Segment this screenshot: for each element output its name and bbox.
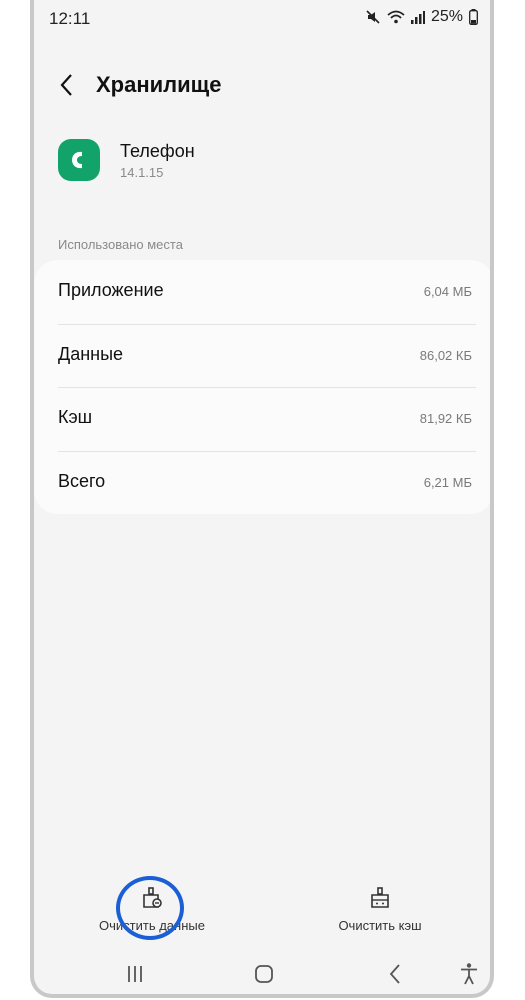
signal-icon	[410, 11, 425, 24]
accessibility-icon	[461, 963, 477, 985]
back-button[interactable]	[56, 70, 80, 100]
storage-row-label: Данные	[58, 344, 124, 364]
back-arrow-icon	[389, 964, 400, 984]
clear-data-icon	[143, 887, 162, 908]
storage-row-label: Приложение	[58, 280, 164, 300]
mute-icon	[366, 10, 380, 24]
storage-row-label: Кэш	[58, 407, 93, 427]
bottom-actions: Очистить данные Очистить кэш	[34, 878, 490, 948]
storage-row-data: Данные 86,02 КБ	[34, 324, 490, 387]
chevron-left-icon	[60, 74, 72, 96]
recent-apps-icon	[128, 966, 142, 982]
phone-screen: 12:11 25% Хранилище Телефон 14.1.15 Испо…	[30, 0, 494, 998]
phone-handset-icon	[72, 151, 82, 169]
home-button[interactable]	[249, 962, 279, 986]
battery-percent: 25%	[430, 8, 463, 25]
storage-row-cache: Кэш 81,92 КБ	[34, 387, 490, 450]
clear-data-label: Очистить данные	[99, 918, 205, 933]
home-icon	[255, 965, 273, 983]
storage-row-value: 6,04 МБ	[423, 284, 472, 299]
phone-app-icon	[58, 139, 100, 181]
storage-row-value: 81,92 КБ	[419, 411, 472, 426]
storage-card: Приложение 6,04 МБ Данные 86,02 КБ Кэш 8…	[34, 260, 490, 514]
page-title: Хранилище	[96, 72, 222, 97]
status-icons: 25%	[365, 8, 478, 26]
navigation-bar	[34, 950, 490, 994]
app-version: 14.1.15	[120, 165, 164, 180]
wifi-icon	[387, 10, 405, 24]
storage-row-label: Всего	[58, 471, 106, 491]
clear-cache-button[interactable]: Очистить кэш	[280, 878, 480, 938]
app-name: Телефон	[120, 141, 195, 161]
storage-row-total: Всего 6,21 МБ	[34, 451, 490, 514]
status-bar: 12:11 25%	[34, 0, 490, 34]
app-bar: Хранилище	[34, 60, 490, 110]
clear-cache-label: Очистить кэш	[338, 918, 422, 933]
nav-back-button[interactable]	[380, 962, 410, 986]
clear-data-button[interactable]: Очистить данные	[52, 878, 252, 938]
status-time: 12:11	[49, 9, 91, 28]
storage-row-value: 6,21 МБ	[423, 475, 472, 490]
recent-apps-button[interactable]	[120, 962, 150, 986]
section-label-used-space: Использовано места	[58, 237, 183, 252]
battery-icon	[469, 9, 478, 25]
accessibility-button[interactable]	[454, 962, 484, 986]
storage-row-value: 86,02 КБ	[419, 348, 472, 363]
clear-cache-icon	[371, 887, 389, 908]
storage-row-app: Приложение 6,04 МБ	[34, 260, 490, 323]
